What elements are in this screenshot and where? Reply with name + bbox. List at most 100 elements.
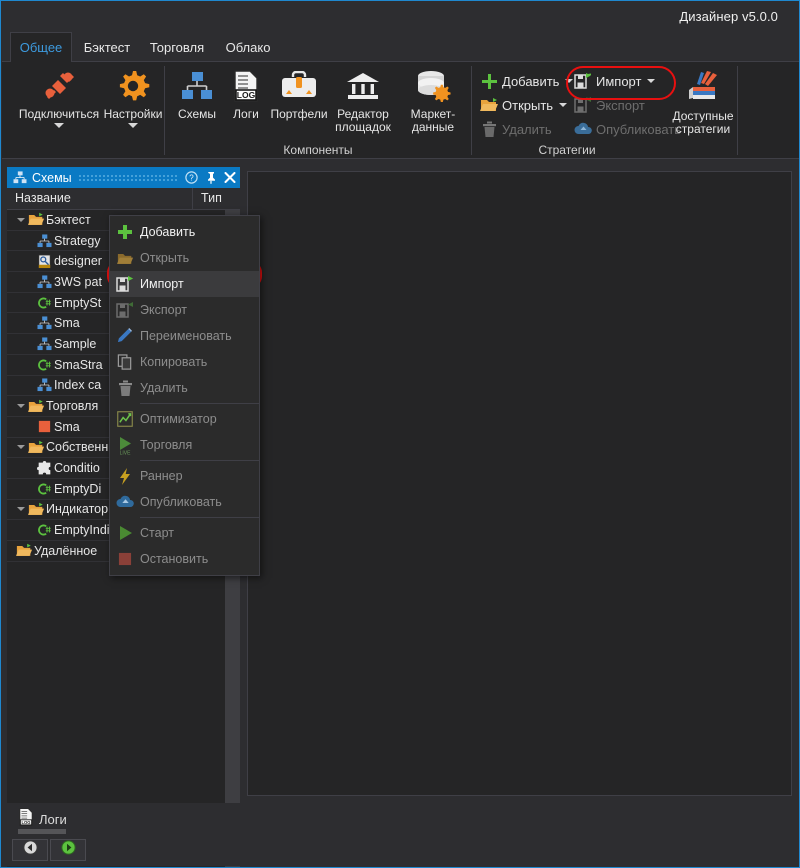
connect-label: Подключиться [18, 107, 100, 121]
schemas-button[interactable]: Схемы [169, 66, 225, 121]
tab-cloud[interactable]: Облако [216, 32, 280, 62]
tree-column-headers: Название Тип [7, 188, 240, 210]
context-menu-item-label: Раннер [140, 469, 183, 483]
pin-icon[interactable] [202, 169, 219, 186]
chevron-down-icon[interactable] [559, 103, 568, 107]
schema-icon [35, 337, 54, 351]
folder-icon [27, 440, 46, 455]
tree-item-label: Бэктест [46, 212, 91, 227]
tab-trading[interactable]: Торговля [142, 32, 212, 62]
venue-editor-label: Редактор площадок [335, 107, 391, 134]
context-menu-item-label: Экспорт [140, 303, 187, 317]
context-menu-item-label: Торговля [140, 438, 193, 452]
tree-item-label: designer [54, 254, 102, 269]
context-menu-item: Копировать [110, 349, 259, 375]
context-menu-separator [140, 403, 259, 404]
context-menu-item: Старт [110, 520, 259, 546]
tree-item-label: Собственны [46, 440, 118, 455]
forward-button[interactable] [50, 839, 86, 861]
question-icon[interactable]: ? [183, 169, 200, 186]
panel-title: Схемы [32, 170, 72, 185]
ribbon-group-components: Схемы LOG Логи Портфели Редактор площадо… [165, 62, 471, 159]
column-header-name[interactable]: Название [7, 188, 193, 209]
schema-icon [13, 171, 27, 184]
orange-square-icon [35, 420, 54, 433]
tab-backtest[interactable]: Бэктест [76, 32, 138, 62]
puzzle-icon [35, 460, 54, 476]
context-menu-item[interactable]: Добавить [110, 219, 259, 245]
import-strategy-button[interactable]: Импорт [572, 69, 656, 93]
logs-tab[interactable]: LOG Логи [18, 808, 67, 831]
window-title: Дизайнер v5.0.0 [679, 9, 778, 24]
delete-strategy-button: Удалить [478, 117, 552, 141]
context-menu-item-label: Добавить [140, 225, 196, 239]
plus-icon [110, 224, 140, 240]
chevron-down-icon[interactable] [15, 404, 27, 409]
context-menu-item: Экспорт [110, 297, 259, 323]
close-icon[interactable] [221, 169, 238, 186]
context-menu-item-label: Оптимизатор [140, 412, 217, 426]
ribbon-group-connection: Подключиться Настройки [2, 62, 164, 159]
panel-caption-bar: Схемы ? [7, 167, 240, 188]
svg-text:LIVE: LIVE [119, 450, 131, 455]
available-strategies-button[interactable]: Доступные стратегии [670, 68, 736, 136]
arrow-right-circle-icon [60, 840, 76, 860]
schema-icon [181, 66, 213, 106]
tree-item-label: Sample [54, 336, 97, 351]
tree-item-label: Sma [54, 316, 80, 331]
bottom-bar: LOG Логи [2, 803, 799, 866]
chevron-down-icon[interactable] [647, 79, 656, 83]
logs-tab-label: Логи [39, 812, 67, 827]
bank-icon [346, 66, 380, 106]
back-button[interactable] [12, 839, 48, 861]
publish-strategy-button: Опубликовать [572, 117, 681, 141]
csharp-icon [35, 358, 54, 372]
schema-icon [35, 378, 54, 392]
cloud-upload-icon [110, 495, 140, 509]
briefcase-icon [280, 66, 318, 106]
open-strategy-button[interactable]: Открыть [478, 93, 568, 117]
tree-item-label: EmptySt [54, 295, 102, 310]
chevron-down-icon[interactable] [54, 123, 64, 128]
designer-file-icon [35, 254, 54, 269]
market-data-label: Маркет-данные [410, 107, 456, 134]
settings-button[interactable]: Настройки [102, 66, 164, 128]
logs-button[interactable]: LOG Логи [225, 66, 267, 121]
folder-icon [27, 399, 46, 414]
context-menu-item[interactable]: Импорт [110, 271, 259, 297]
context-menu-item: Остановить [110, 546, 259, 572]
chevron-down-icon[interactable] [15, 217, 27, 222]
folder-icon [27, 212, 46, 227]
svg-text:LOG: LOG [21, 820, 31, 825]
chevron-down-icon[interactable] [15, 445, 27, 450]
add-strategy-button[interactable]: Добавить [478, 69, 574, 93]
settings-label: Настройки [103, 107, 163, 121]
tab-obshchee[interactable]: Общее [10, 32, 72, 62]
tree-item-label: Conditio [54, 461, 100, 476]
market-data-button[interactable]: Маркет-данные [395, 66, 471, 134]
logs-label: Логи [233, 107, 259, 121]
venue-editor-button[interactable]: Редактор площадок [331, 66, 395, 134]
column-header-type[interactable]: Тип [193, 188, 240, 209]
chevron-down-icon[interactable] [15, 507, 27, 512]
schemas-label: Схемы [177, 107, 217, 121]
context-menu-item-label: Копировать [140, 355, 208, 369]
open-folder-icon [478, 94, 500, 116]
chevron-down-icon[interactable] [128, 123, 138, 128]
import-icon [110, 275, 140, 293]
arrow-left-circle-icon [22, 840, 38, 860]
connect-button[interactable]: Подключиться [16, 66, 102, 128]
logs-tab-indicator [18, 829, 66, 834]
panel-drag-dots[interactable] [77, 174, 177, 181]
portfolios-label: Портфели [270, 107, 328, 121]
tree-context-menu[interactable]: Добавить Открыть Импорт Экспорт Переименоват… [109, 215, 260, 576]
schema-icon [35, 316, 54, 330]
plus-icon [478, 70, 500, 92]
portfolios-button[interactable]: Портфели [267, 66, 331, 121]
tree-item-label: 3WS pat [54, 274, 102, 289]
csharp-icon [35, 482, 54, 496]
strategies-group-label: Стратегии [538, 143, 596, 157]
document-canvas[interactable] [247, 171, 792, 796]
import-strategy-label: Импорт [596, 73, 642, 89]
export-strategy-label: Экспорт [596, 97, 645, 113]
